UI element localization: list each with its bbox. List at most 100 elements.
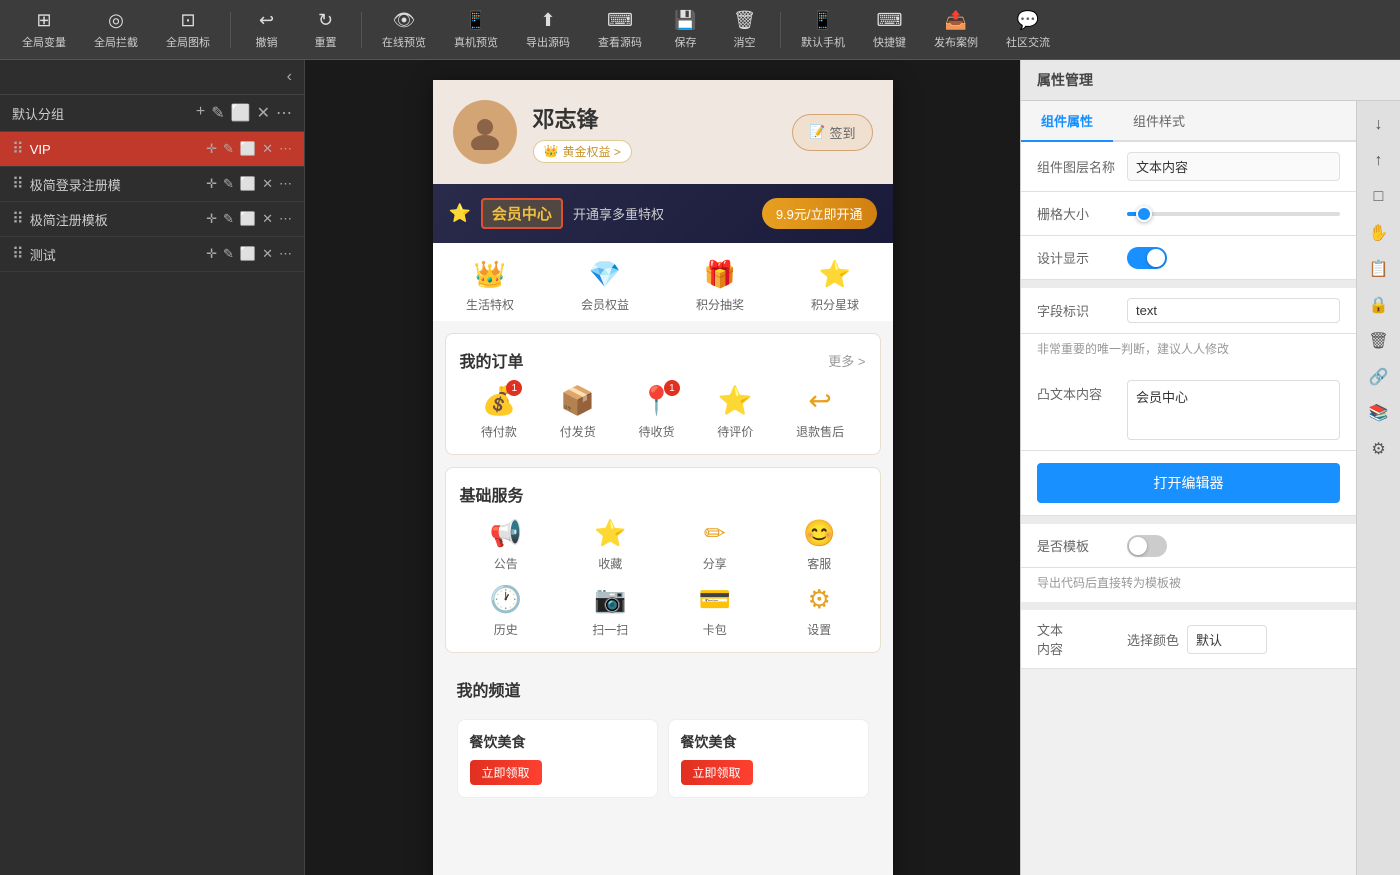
layer-name-login-reg: 极简登录注册模: [30, 175, 206, 194]
group-copy-btn[interactable]: ⬜: [231, 103, 251, 123]
tool-copy[interactable]: 📋: [1363, 253, 1395, 285]
toolbar-global-icon[interactable]: ⊡ 全局图标: [154, 6, 222, 54]
service-notice[interactable]: 📢 公告: [460, 518, 553, 572]
tab-component-style[interactable]: 组件样式: [1113, 101, 1205, 142]
toolbar-export-source[interactable]: ⬆ 导出源码: [514, 6, 582, 54]
text-content-input[interactable]: 会员中心: [1127, 380, 1340, 440]
toolbar-online-preview[interactable]: 👁 在线预览: [370, 6, 438, 54]
member-icon-lottery[interactable]: 🎁 积分抽奖: [696, 259, 744, 313]
layer-delete-2[interactable]: ✕: [262, 176, 273, 192]
service-collect[interactable]: ⭐ 收藏: [564, 518, 657, 572]
toolbar-global-intercept[interactable]: ◎ 全局拦截: [82, 6, 150, 54]
channel-card-1[interactable]: 餐饮美食 立即领取: [457, 719, 658, 798]
layer-more-4[interactable]: ⋯: [279, 246, 292, 262]
layer-name-vip: VIP: [30, 142, 206, 157]
service-customer[interactable]: 😊 客服: [773, 518, 866, 572]
toolbar-real-preview[interactable]: 📱 真机预览: [442, 6, 510, 54]
layer-delete-3[interactable]: ✕: [262, 211, 273, 227]
layer-edit-2[interactable]: ✎: [223, 176, 234, 192]
slider-line[interactable]: [1127, 212, 1340, 216]
toolbar-global-var[interactable]: ⊞ 全局变量: [10, 6, 78, 54]
layer-more[interactable]: ⋯: [279, 141, 292, 157]
layer-copy-2[interactable]: ⬜: [240, 176, 256, 192]
group-add-btn[interactable]: +: [196, 103, 205, 123]
order-more-btn[interactable]: 更多 >: [828, 351, 865, 370]
tool-layers[interactable]: 📚: [1363, 397, 1395, 429]
open-editor-button[interactable]: 打开编辑器: [1037, 463, 1340, 503]
toolbar-default-phone[interactable]: 📱 默认手机: [789, 6, 857, 54]
layer-delete[interactable]: ✕: [262, 141, 273, 157]
toolbar-view-source[interactable]: ⌨ 查看源码: [586, 6, 654, 54]
tool-lock[interactable]: 🔒: [1363, 289, 1395, 321]
is-template-toggle[interactable]: [1127, 535, 1167, 557]
layer-move-handle-2[interactable]: ✛: [206, 176, 217, 192]
toolbar-reset[interactable]: ↻ 重置: [298, 6, 353, 54]
layer-more-3[interactable]: ⋯: [279, 211, 292, 227]
toolbar-undo[interactable]: ↩ 撤销: [239, 6, 294, 54]
service-scan[interactable]: 📷 扫一扫: [564, 584, 657, 638]
layer-item-simple-reg[interactable]: ⠿ 极简注册模板 ✛ ✎ ⬜ ✕ ⋯: [0, 202, 304, 237]
channel-card-btn-1[interactable]: 立即领取: [470, 760, 542, 785]
panel-collapse-btn[interactable]: ‹: [287, 68, 292, 86]
tool-down[interactable]: ↓: [1363, 109, 1395, 141]
member-icon-benefits[interactable]: 💎 会员权益: [581, 259, 629, 313]
slider-thumb[interactable]: [1136, 206, 1152, 222]
layer-delete-4[interactable]: ✕: [262, 246, 273, 262]
order-item-receive[interactable]: 📍 1 待收货: [638, 384, 674, 440]
member-icon-planet[interactable]: ⭐ 积分星球: [811, 259, 859, 313]
profile-info: 邓志锋 👑 黄金权益 >: [533, 102, 777, 163]
tool-settings[interactable]: ⚙: [1363, 433, 1395, 465]
tool-delete[interactable]: 🗑: [1363, 325, 1395, 357]
layer-copy-4[interactable]: ⬜: [240, 246, 256, 262]
layer-more-2[interactable]: ⋯: [279, 176, 292, 192]
select-color-value[interactable]: 默认: [1187, 625, 1267, 654]
sign-button[interactable]: 📝 签到: [792, 114, 872, 151]
tab-component-props[interactable]: 组件属性: [1021, 101, 1113, 142]
layer-copy-3[interactable]: ⬜: [240, 211, 256, 227]
order-item-pay[interactable]: 💰 1 待付款: [481, 384, 517, 440]
layer-item-test[interactable]: ⠿ 测试 ✛ ✎ ⬜ ✕ ⋯: [0, 237, 304, 272]
layer-move-handle-4[interactable]: ✛: [206, 246, 217, 262]
open-member-button[interactable]: 9.9元/立即开通: [762, 198, 877, 229]
toolbar-publish[interactable]: 📤 发布案例: [922, 6, 990, 54]
toolbar-community[interactable]: 💬 社区交流: [994, 6, 1062, 54]
layer-move-handle[interactable]: ✛: [206, 141, 217, 157]
service-share[interactable]: ✏ 分享: [669, 518, 762, 572]
tool-link[interactable]: 🔗: [1363, 361, 1395, 393]
channel-card-2[interactable]: 餐饮美食 立即领取: [668, 719, 869, 798]
group-delete-btn[interactable]: ✕: [257, 103, 270, 123]
layer-move-handle-3[interactable]: ✛: [206, 211, 217, 227]
toolbar-shortcut[interactable]: ⌨ 快捷键: [861, 6, 918, 54]
prop-is-template: 是否模板: [1021, 524, 1356, 568]
layer-edit[interactable]: ✎: [223, 141, 234, 157]
member-icon-life[interactable]: 👑 生活特权: [466, 259, 514, 313]
layer-copy[interactable]: ⬜: [240, 141, 256, 157]
order-item-ship[interactable]: 📦 付发货: [560, 384, 596, 440]
tool-hand[interactable]: ✋: [1363, 217, 1395, 249]
service-wallet[interactable]: 💳 卡包: [669, 584, 762, 638]
tool-up[interactable]: ↑: [1363, 145, 1395, 177]
layer-item-vip[interactable]: ⠿ VIP ✛ ✎ ⬜ ✕ ⋯: [0, 132, 304, 167]
notice-icon: 📢: [490, 518, 522, 549]
design-display-toggle[interactable]: [1127, 247, 1167, 269]
channel-card-title-2: 餐饮美食: [681, 732, 856, 752]
group-more-btn[interactable]: ⋯: [276, 103, 292, 123]
service-history[interactable]: 🕐 历史: [460, 584, 553, 638]
toolbar-clear[interactable]: 🗑 消空: [717, 6, 772, 54]
toolbar-save[interactable]: 💾 保存: [658, 6, 713, 54]
order-item-review[interactable]: ⭐ 待评价: [717, 384, 753, 440]
order-item-refund[interactable]: ↩ 退款售后: [796, 384, 844, 440]
group-edit-btn[interactable]: ✎: [211, 103, 224, 123]
channel-card-btn-2[interactable]: 立即领取: [681, 760, 753, 785]
prop-design-display: 设计显示: [1021, 236, 1356, 280]
field-id-value[interactable]: text: [1127, 298, 1340, 323]
prop-text-content: 凸文本内容 会员中心: [1021, 368, 1356, 451]
tool-square[interactable]: □: [1363, 181, 1395, 213]
service-settings[interactable]: ⚙ 设置: [773, 584, 866, 638]
layer-edit-4[interactable]: ✎: [223, 246, 234, 262]
select-color-label: 选择颜色: [1127, 630, 1179, 649]
layer-item-login-reg[interactable]: ⠿ 极简登录注册模 ✛ ✎ ⬜ ✕ ⋯: [0, 167, 304, 202]
save-icon: 💾: [674, 10, 696, 31]
center-canvas[interactable]: 邓志锋 👑 黄金权益 > 📝 签到 ⭐ 会员中心: [305, 60, 1020, 875]
layer-edit-3[interactable]: ✎: [223, 211, 234, 227]
